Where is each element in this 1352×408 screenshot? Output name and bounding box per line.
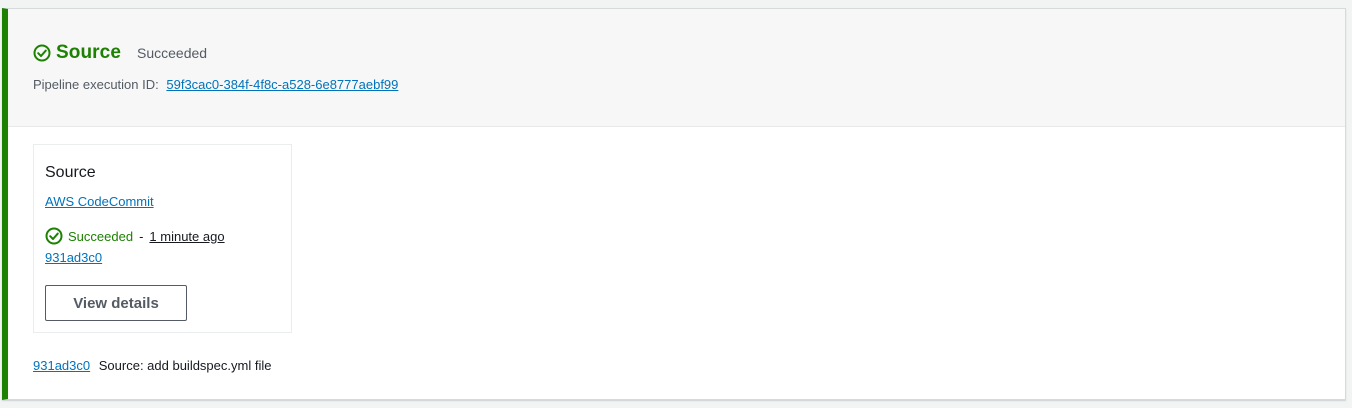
stage-title: Source (56, 42, 122, 63)
view-details-button[interactable]: View details (45, 285, 187, 321)
commit-message: Source: add buildspec.yml file (98, 358, 272, 373)
check-circle-icon (45, 227, 63, 245)
stage-title-row: Source Succeeded (33, 42, 207, 64)
execution-id-row: Pipeline execution ID: 59f3cac0-384f-4f8… (33, 77, 398, 92)
action-status-row: Succeeded - 1 minute ago (45, 227, 225, 245)
stage-status: Succeeded (137, 45, 208, 61)
action-card: Source AWS CodeCommit Succeeded - 1 minu… (33, 144, 292, 333)
action-name: Source (45, 164, 96, 181)
check-circle-icon (33, 44, 51, 62)
status-separator: - (139, 228, 144, 244)
commit-row: 931ad3c0 Source: add buildspec.yml file (33, 358, 271, 373)
commit-id-link[interactable]: 931ad3c0 (33, 358, 90, 373)
stage-header: Source Succeeded Pipeline execution ID: … (8, 9, 1345, 127)
execution-id-label: Pipeline execution ID: (33, 77, 159, 92)
action-commit-link[interactable]: 931ad3c0 (45, 250, 102, 265)
execution-id-link[interactable]: 59f3cac0-384f-4f8c-a528-6e8777aebf99 (166, 77, 398, 92)
time-ago[interactable]: 1 minute ago (149, 229, 224, 244)
action-status: Succeeded (68, 228, 134, 244)
action-provider-link[interactable]: AWS CodeCommit (45, 194, 154, 209)
stage-panel: Source Succeeded Pipeline execution ID: … (2, 8, 1346, 400)
